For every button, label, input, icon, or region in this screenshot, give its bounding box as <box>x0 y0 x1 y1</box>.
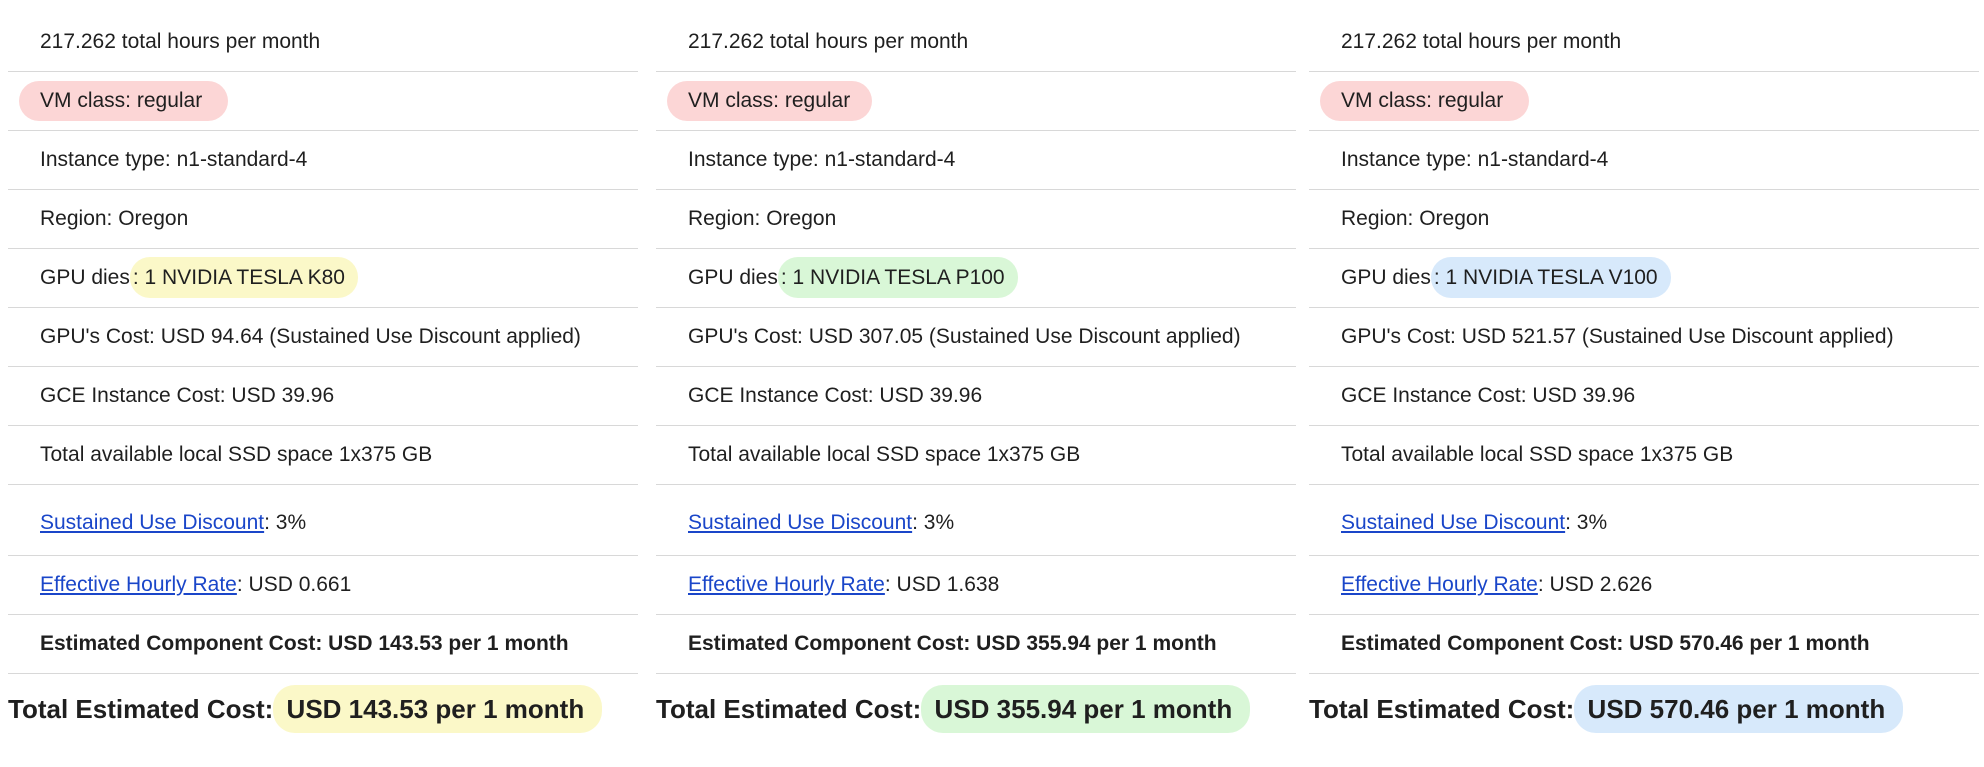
sud-value: : 3% <box>1565 511 1608 534</box>
sud-value: : 3% <box>912 511 955 534</box>
instance-type-row: Instance type: n1-standard-4 <box>656 131 1296 190</box>
estimate-column-v100: 217.262 total hours per month VM class: … <box>1309 13 1979 740</box>
gpu-row: GPU dies: 1 NVIDIA TESLA V100 <box>1309 249 1979 308</box>
region-row: Region: Oregon <box>1309 190 1979 249</box>
total-cost-label: Total Estimated Cost: <box>1309 694 1575 724</box>
sud-row: Sustained Use Discount: 3% <box>1309 485 1979 556</box>
region-row: Region: Oregon <box>8 190 638 249</box>
gpu-cost-text: GPU's Cost: USD 94.64 (Sustained Use Dis… <box>40 325 581 348</box>
sud-text: Sustained Use Discount: 3% <box>688 512 954 533</box>
hours-text: 217.262 total hours per month <box>40 30 321 53</box>
sustained-use-discount-link[interactable]: Sustained Use Discount <box>40 511 264 534</box>
total-cost: Total Estimated Cost: USD 570.46 per 1 m… <box>1309 674 1979 740</box>
total-cost-value: USD 355.94 per 1 month <box>921 685 1251 733</box>
gce-cost-text: GCE Instance Cost: USD 39.96 <box>688 384 983 407</box>
total-cost-text: Total Estimated Cost: USD 143.53 per 1 m… <box>8 685 603 733</box>
vm-class-row: VM class: regular <box>8 72 638 131</box>
total-cost-text: Total Estimated Cost: USD 355.94 per 1 m… <box>656 685 1251 733</box>
ehr-value: : USD 0.661 <box>236 573 352 596</box>
vm-class-text: VM class: regular <box>1341 89 1504 112</box>
gpu-prefix: GPU dies <box>688 266 778 289</box>
sustained-use-discount-link[interactable]: Sustained Use Discount <box>688 511 912 534</box>
ehr-value: : USD 1.638 <box>884 573 1000 596</box>
instance-type-text: Instance type: n1-standard-4 <box>40 148 308 171</box>
ssd-text: Total available local SSD space 1x375 GB <box>688 443 1081 466</box>
vm-class-text: VM class: regular <box>40 89 203 112</box>
gpu-prefix: GPU dies <box>40 266 130 289</box>
gpu-text: GPU dies: 1 NVIDIA TESLA V100 <box>1341 257 1671 298</box>
gpu-cost-text: GPU's Cost: USD 521.57 (Sustained Use Di… <box>1341 325 1894 348</box>
ehr-text: Effective Hourly Rate: USD 2.626 <box>1341 574 1652 595</box>
ehr-row: Effective Hourly Rate: USD 2.626 <box>1309 556 1979 615</box>
gpu-prefix: GPU dies <box>1341 266 1431 289</box>
total-cost-label: Total Estimated Cost: <box>8 694 274 724</box>
estimate-column-k80: 217.262 total hours per month VM class: … <box>8 13 638 740</box>
hours-row: 217.262 total hours per month <box>656 13 1296 72</box>
component-cost-text: Estimated Component Cost: USD 570.46 per… <box>1341 632 1870 655</box>
sud-text: Sustained Use Discount: 3% <box>1341 512 1607 533</box>
component-cost-text: Estimated Component Cost: USD 355.94 per… <box>688 632 1217 655</box>
gpu-text: GPU dies: 1 NVIDIA TESLA P100 <box>688 257 1018 298</box>
total-cost-value: USD 570.46 per 1 month <box>1574 685 1904 733</box>
component-cost-row: Estimated Component Cost: USD 143.53 per… <box>8 615 638 674</box>
ssd-row: Total available local SSD space 1x375 GB <box>8 426 638 485</box>
instance-type-row: Instance type: n1-standard-4 <box>1309 131 1979 190</box>
total-cost-text: Total Estimated Cost: USD 570.46 per 1 m… <box>1309 685 1904 733</box>
ssd-text: Total available local SSD space 1x375 GB <box>40 443 433 466</box>
hours-text: 217.262 total hours per month <box>1341 30 1622 53</box>
gpu-cost-text: GPU's Cost: USD 307.05 (Sustained Use Di… <box>688 325 1241 348</box>
gpu-value-highlight: : 1 NVIDIA TESLA P100 <box>777 257 1018 298</box>
instance-type-row: Instance type: n1-standard-4 <box>8 131 638 190</box>
vm-class-row: VM class: regular <box>656 72 1296 131</box>
ehr-row: Effective Hourly Rate: USD 1.638 <box>656 556 1296 615</box>
sud-text: Sustained Use Discount: 3% <box>40 512 306 533</box>
instance-type-text: Instance type: n1-standard-4 <box>688 148 956 171</box>
sud-row: Sustained Use Discount: 3% <box>8 485 638 556</box>
gpu-row: GPU dies: 1 NVIDIA TESLA P100 <box>656 249 1296 308</box>
total-cost-label: Total Estimated Cost: <box>656 694 922 724</box>
component-cost-row: Estimated Component Cost: USD 570.46 per… <box>1309 615 1979 674</box>
ssd-row: Total available local SSD space 1x375 GB <box>1309 426 1979 485</box>
hours-row: 217.262 total hours per month <box>1309 13 1979 72</box>
gce-cost-text: GCE Instance Cost: USD 39.96 <box>40 384 335 407</box>
component-cost-text: Estimated Component Cost: USD 143.53 per… <box>40 632 569 655</box>
region-text: Region: Oregon <box>688 207 837 230</box>
instance-type-text: Instance type: n1-standard-4 <box>1341 148 1609 171</box>
ehr-row: Effective Hourly Rate: USD 0.661 <box>8 556 638 615</box>
ehr-text: Effective Hourly Rate: USD 1.638 <box>688 574 999 595</box>
effective-hourly-rate-link[interactable]: Effective Hourly Rate <box>1341 573 1538 596</box>
region-row: Region: Oregon <box>656 190 1296 249</box>
total-cost: Total Estimated Cost: USD 143.53 per 1 m… <box>8 674 638 740</box>
gpu-text: GPU dies: 1 NVIDIA TESLA K80 <box>40 257 358 298</box>
estimate-column-p100: 217.262 total hours per month VM class: … <box>656 13 1296 740</box>
gpu-cost-row: GPU's Cost: USD 94.64 (Sustained Use Dis… <box>8 308 638 367</box>
sustained-use-discount-link[interactable]: Sustained Use Discount <box>1341 511 1565 534</box>
hours-text: 217.262 total hours per month <box>688 30 969 53</box>
sud-value: : 3% <box>264 511 307 534</box>
gpu-value-highlight: : 1 NVIDIA TESLA K80 <box>129 257 358 298</box>
vm-class-text: VM class: regular <box>688 89 851 112</box>
total-cost: Total Estimated Cost: USD 355.94 per 1 m… <box>656 674 1296 740</box>
gpu-row: GPU dies: 1 NVIDIA TESLA K80 <box>8 249 638 308</box>
gpu-value-highlight: : 1 NVIDIA TESLA V100 <box>1430 257 1671 298</box>
component-cost-row: Estimated Component Cost: USD 355.94 per… <box>656 615 1296 674</box>
gce-cost-row: GCE Instance Cost: USD 39.96 <box>1309 367 1979 426</box>
ehr-value: : USD 2.626 <box>1537 573 1653 596</box>
gce-cost-row: GCE Instance Cost: USD 39.96 <box>656 367 1296 426</box>
effective-hourly-rate-link[interactable]: Effective Hourly Rate <box>40 573 237 596</box>
hours-row: 217.262 total hours per month <box>8 13 638 72</box>
vm-class-row: VM class: regular <box>1309 72 1979 131</box>
gce-cost-row: GCE Instance Cost: USD 39.96 <box>8 367 638 426</box>
sud-row: Sustained Use Discount: 3% <box>656 485 1296 556</box>
total-cost-value: USD 143.53 per 1 month <box>273 685 603 733</box>
region-text: Region: Oregon <box>1341 207 1490 230</box>
gce-cost-text: GCE Instance Cost: USD 39.96 <box>1341 384 1636 407</box>
ssd-text: Total available local SSD space 1x375 GB <box>1341 443 1734 466</box>
gpu-cost-row: GPU's Cost: USD 521.57 (Sustained Use Di… <box>1309 308 1979 367</box>
ehr-text: Effective Hourly Rate: USD 0.661 <box>40 574 351 595</box>
region-text: Region: Oregon <box>40 207 189 230</box>
ssd-row: Total available local SSD space 1x375 GB <box>656 426 1296 485</box>
effective-hourly-rate-link[interactable]: Effective Hourly Rate <box>688 573 885 596</box>
gpu-cost-row: GPU's Cost: USD 307.05 (Sustained Use Di… <box>656 308 1296 367</box>
